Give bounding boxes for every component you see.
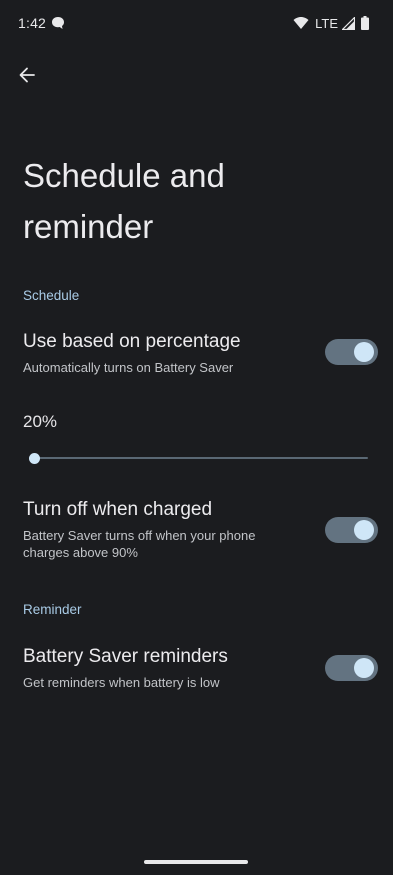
- section-header-schedule: Schedule: [23, 288, 80, 303]
- status-icons: LTE: [293, 14, 369, 32]
- toggle-thumb: [354, 658, 374, 678]
- home-indicator[interactable]: [144, 860, 248, 864]
- section-header-reminder: Reminder: [23, 602, 82, 617]
- battery-saver-reminders-toggle[interactable]: [325, 655, 378, 681]
- arrow-back-icon: [19, 67, 35, 83]
- pref-title: Battery Saver reminders: [23, 646, 228, 667]
- wifi-icon: [293, 17, 309, 29]
- pref-summary: Automatically turns on Battery Saver: [23, 360, 234, 375]
- status-time: 1:42: [18, 15, 47, 31]
- toggle-thumb: [354, 342, 374, 362]
- network-type: LTE: [315, 15, 338, 31]
- pref-summary: Get reminders when battery is low: [23, 675, 220, 690]
- pref-battery-saver-reminders[interactable]: Battery Saver reminders Get reminders wh…: [0, 646, 393, 696]
- pref-summary: Battery Saver turns off when your phone …: [23, 528, 256, 560]
- battery-icon: [361, 16, 369, 30]
- use-percentage-toggle[interactable]: [325, 339, 378, 365]
- pref-title: Use based on percentage: [23, 331, 241, 352]
- chat-icon: [52, 17, 64, 29]
- toggle-thumb: [354, 520, 374, 540]
- battery-percentage-slider[interactable]: [29, 450, 368, 466]
- turn-off-charged-toggle[interactable]: [325, 517, 378, 543]
- page-title: Schedule and reminder: [23, 157, 225, 245]
- pref-use-based-on-percentage[interactable]: Use based on percentage Automatically tu…: [0, 331, 393, 381]
- battery-percentage-value: 20%: [23, 412, 58, 431]
- signal-icon: [342, 16, 355, 30]
- back-button[interactable]: [10, 58, 44, 92]
- slider-thumb[interactable]: [29, 453, 40, 464]
- slider-track: [29, 457, 368, 459]
- pref-turn-off-when-charged[interactable]: Turn off when charged Battery Saver turn…: [0, 499, 393, 563]
- pref-title: Turn off when charged: [23, 499, 213, 520]
- status-bar: 1:42 LTE: [0, 0, 393, 48]
